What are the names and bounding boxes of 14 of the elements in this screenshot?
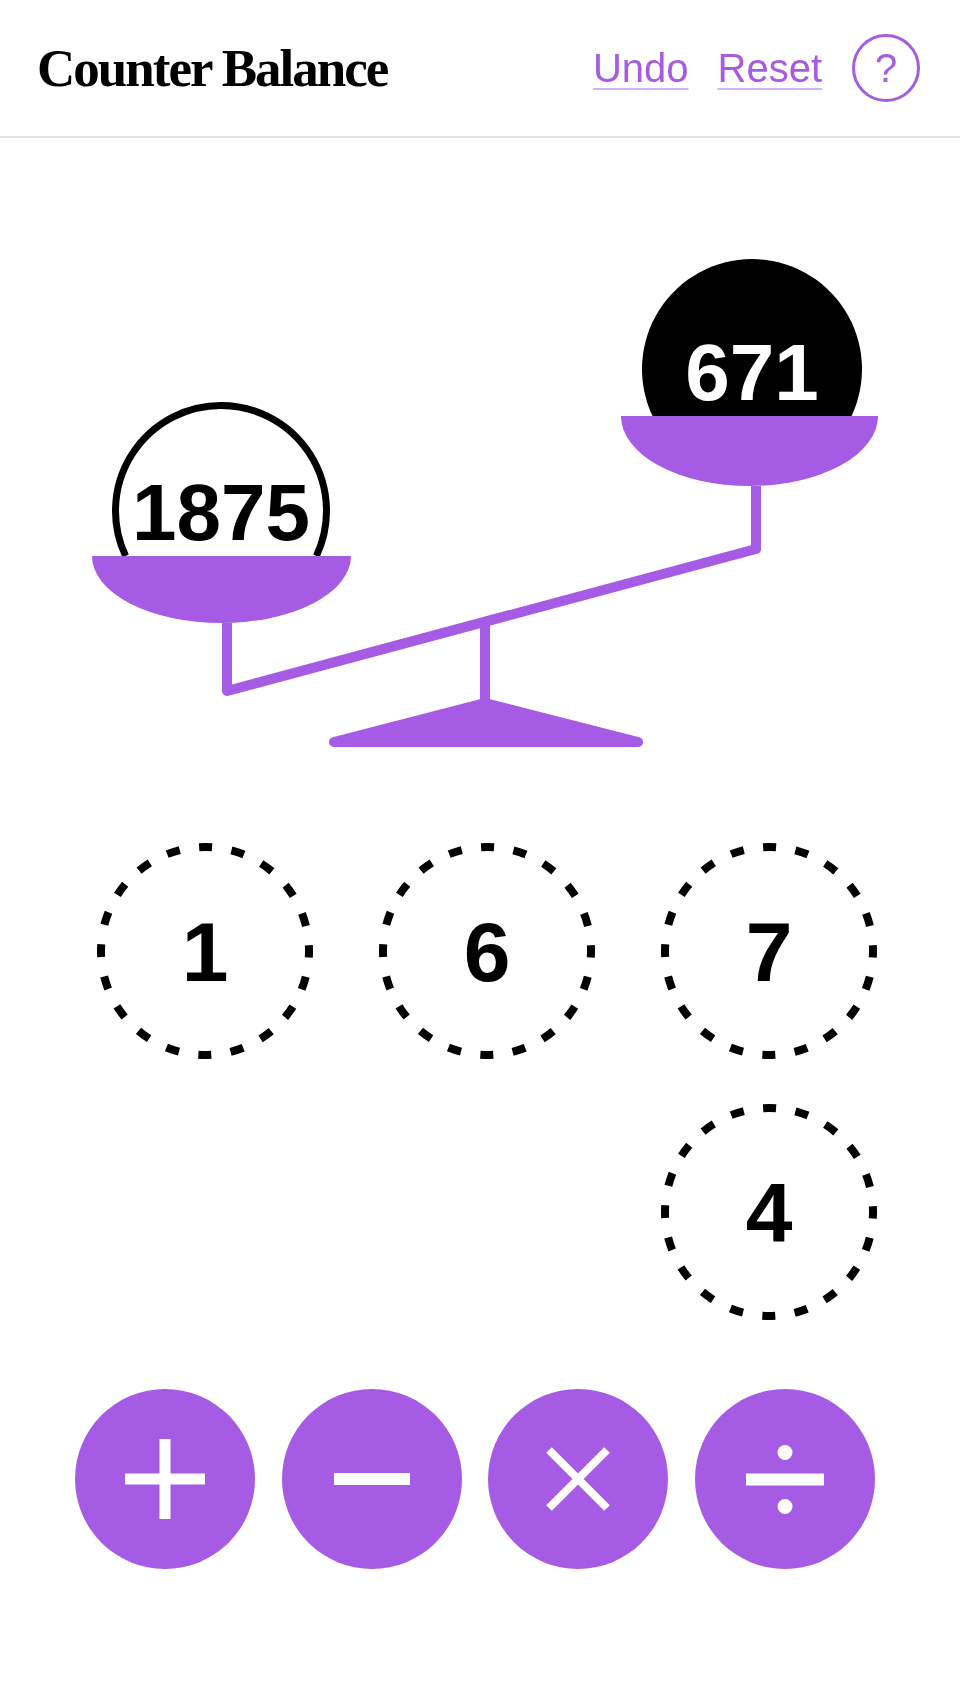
header-link[interactable]: Reset	[717, 44, 822, 92]
help-button[interactable]: ?	[852, 34, 920, 102]
minus-icon	[333, 1473, 410, 1485]
number-tile[interactable]: 7	[661, 843, 877, 1059]
weight-value: 671	[685, 328, 819, 417]
header-link[interactable]: Undo	[592, 44, 689, 92]
divide-icon	[745, 1444, 824, 1514]
app-title: Counter Balance	[37, 41, 388, 95]
number-tile[interactable]: 6	[379, 843, 595, 1059]
number-tile[interactable]: 1	[97, 843, 313, 1059]
plus-icon	[125, 1439, 205, 1519]
number-tile[interactable]: 4	[661, 1104, 877, 1320]
multiply-icon	[546, 1447, 610, 1511]
weight-value: 1875	[132, 468, 310, 557]
